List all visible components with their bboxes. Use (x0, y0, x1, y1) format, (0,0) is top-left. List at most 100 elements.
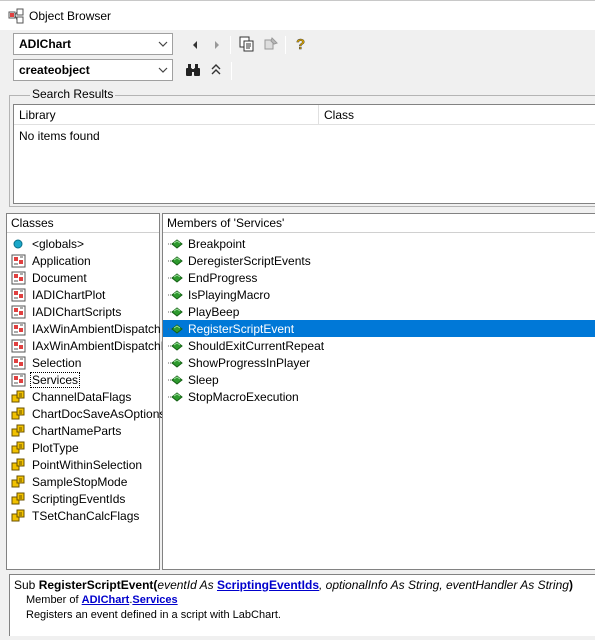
copy-button[interactable] (237, 35, 257, 55)
column-header-class[interactable]: Class (319, 105, 595, 125)
enum-icon (11, 424, 27, 438)
class-list-item[interactable]: ScriptingEventIds (7, 490, 159, 507)
signature-rest: , optionalInfo As String, eventHandler A… (319, 578, 569, 592)
signature-param1: eventId As (157, 578, 217, 592)
toolbar-separator (285, 36, 286, 54)
toolbar-row-1: ADIChart ? (0, 33, 595, 59)
method-icon (167, 305, 183, 319)
class-list-item[interactable]: Services (7, 371, 159, 388)
classes-pane[interactable]: Classes <globals> Application Document IADI… (6, 213, 175, 570)
search-combo-value: createobject (19, 63, 90, 77)
method-icon (167, 288, 183, 302)
member-description: Registers an event defined in a script w… (26, 609, 281, 621)
member-list-item[interactable]: EndProgress (163, 269, 595, 286)
binoculars-icon (185, 63, 201, 80)
method-icon (167, 322, 183, 336)
member-list-item-label: IsPlayingMacro (188, 287, 271, 302)
class-icon (11, 339, 27, 353)
enum-icon (11, 407, 27, 421)
class-link[interactable]: Services (132, 594, 177, 606)
signature-close-paren: ) (568, 578, 573, 592)
class-list-item-label: IADIChartScripts (32, 304, 122, 319)
toolbar-row-2: createobject (0, 59, 595, 85)
forward-button[interactable] (207, 35, 227, 55)
class-list-item[interactable]: PlotType (7, 439, 159, 456)
chevron-down-icon[interactable] (154, 34, 172, 54)
class-icon (11, 254, 27, 268)
method-icon (167, 390, 183, 404)
class-list-item[interactable]: ChartNameParts (7, 422, 159, 439)
toolbar-separator (231, 62, 232, 80)
member-list-item[interactable]: StopMacroExecution (163, 388, 595, 405)
toolbar-separator (230, 36, 231, 54)
copy-icon (239, 36, 255, 55)
class-list-item[interactable]: IADIChartPlot (7, 286, 159, 303)
library-combo[interactable]: ADIChart (13, 33, 173, 55)
back-arrow-icon (191, 38, 199, 52)
class-list-item[interactable]: TSetChanCalcFlags (7, 507, 159, 524)
column-header-library[interactable]: Library (14, 105, 319, 125)
search-button[interactable] (183, 61, 203, 81)
class-list-item-label: SampleStopMode (32, 474, 128, 489)
member-list-item[interactable]: DeregisterScriptEvents (163, 252, 595, 269)
class-list-item[interactable]: <globals> (7, 235, 159, 252)
class-list-item[interactable]: Document (7, 269, 159, 286)
class-list-item[interactable]: ChannelDataFlags (7, 388, 159, 405)
toggle-search-results-button[interactable] (206, 61, 226, 81)
class-list-item-label: IAxWinAmbientDispatch (32, 321, 161, 336)
class-icon (11, 373, 27, 387)
class-list-item[interactable]: ChartDocSaveAsOptions (7, 405, 165, 422)
class-list-item-label: PlotType (32, 440, 79, 455)
member-list-item[interactable]: IsPlayingMacro (163, 286, 595, 303)
member-list-item[interactable]: ShouldExitCurrentRepeat (163, 337, 595, 354)
class-list-item[interactable]: IAxWinAmbientDispatch (7, 320, 161, 337)
class-list-item-label: ChartDocSaveAsOptions (32, 406, 166, 421)
member-list-item-label: EndProgress (188, 270, 258, 285)
enum-icon (11, 492, 27, 506)
classes-list: <globals> Application Document IADIChartPlo… (7, 233, 175, 524)
library-link[interactable]: ADIChart (82, 594, 130, 606)
member-list-item[interactable]: PlayBeep (163, 303, 595, 320)
enum-icon (11, 390, 27, 404)
method-icon (167, 339, 183, 353)
signature-name: RegisterScriptEvent (38, 578, 154, 592)
class-list-item-label: ScriptingEventIds (32, 491, 126, 506)
search-results-list[interactable]: Library Class No items found (13, 104, 595, 204)
class-list-item-label: Services (29, 371, 81, 388)
class-list-item-label: ChartNameParts (32, 423, 122, 438)
member-list-item[interactable]: Breakpoint (163, 235, 595, 252)
view-definition-button[interactable] (261, 35, 281, 55)
method-icon (167, 373, 183, 387)
detail-pane: Sub RegisterScriptEvent(eventId As Scrip… (9, 574, 595, 636)
class-list-item[interactable]: Selection (7, 354, 159, 371)
class-list-item-label: Document (32, 270, 87, 285)
param-type-link[interactable]: ScriptingEventIds (217, 578, 319, 592)
search-combo[interactable]: createobject (13, 59, 173, 81)
class-list-item-label: TSetChanCalcFlags (32, 508, 140, 523)
help-button[interactable]: ? (290, 35, 310, 55)
member-list-item-label: DeregisterScriptEvents (188, 253, 311, 268)
forward-arrow-icon (213, 38, 221, 52)
view-definition-icon (263, 36, 279, 55)
class-list-item[interactable]: IADIChartScripts (7, 303, 159, 320)
class-list-item[interactable]: SampleStopMode (7, 473, 159, 490)
member-list-item[interactable]: RegisterScriptEvent (163, 320, 595, 337)
member-list-item[interactable]: ShowProgressInPlayer (163, 354, 595, 371)
class-list-item[interactable]: IAxWinAmbientDispatchEx (7, 337, 175, 354)
back-button[interactable] (185, 35, 205, 55)
search-results-group: Search Results Library Class No items fo… (9, 87, 595, 207)
member-list-item-label: StopMacroExecution (188, 389, 299, 404)
member-list-item-label: PlayBeep (188, 304, 240, 319)
class-list-item-label: IAxWinAmbientDispatchEx (32, 338, 175, 353)
signature-prefix: Sub (14, 578, 39, 592)
members-pane[interactable]: Members of 'Services' Breakpoint Deregist… (162, 213, 595, 570)
class-list-item[interactable]: PointWithinSelection (7, 456, 159, 473)
member-list-item[interactable]: Sleep (163, 371, 595, 388)
method-icon (167, 237, 183, 251)
class-list-item[interactable]: Application (7, 252, 159, 269)
chevron-down-icon[interactable] (154, 60, 172, 80)
class-list-item-label: Selection (32, 355, 82, 370)
class-icon (11, 288, 27, 302)
member-list-item-label: ShouldExitCurrentRepeat (188, 338, 325, 353)
member-of-line: Member of ADIChart.Services (14, 593, 591, 608)
